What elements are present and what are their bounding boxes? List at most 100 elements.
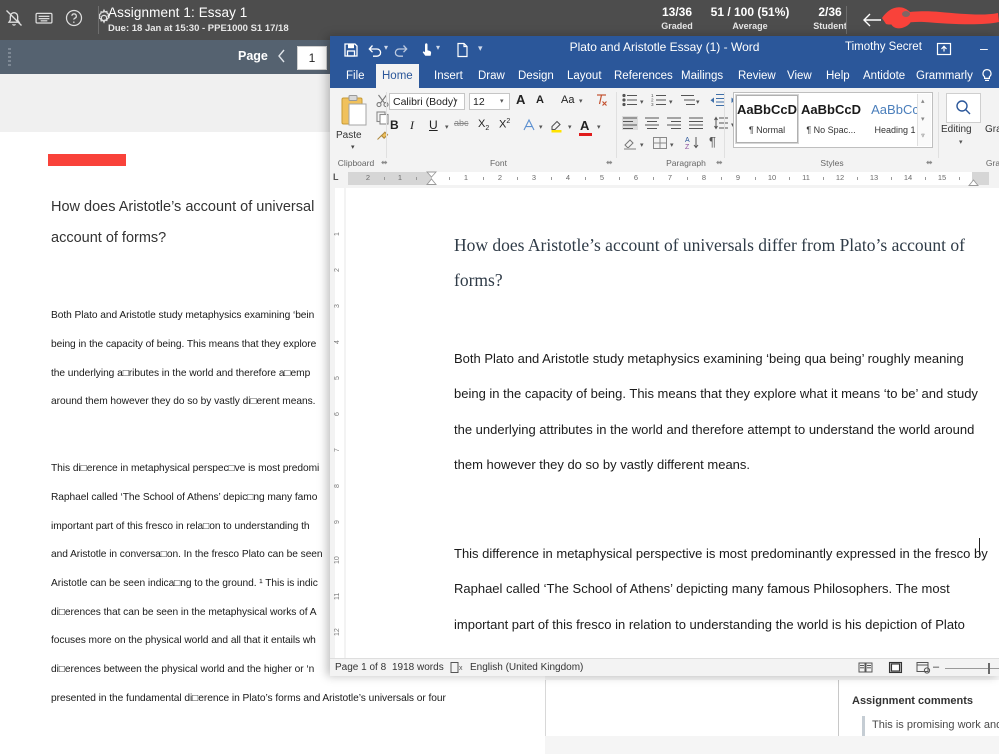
zoom-slider-thumb[interactable] — [988, 663, 990, 674]
paste-label[interactable]: Paste — [336, 130, 362, 141]
grammarly-group-line1[interactable]: Gra — [985, 124, 999, 135]
status-page[interactable]: Page 1 of 8 — [335, 662, 386, 673]
tab-mailings[interactable]: Mailings — [675, 64, 729, 88]
justify-icon[interactable] — [688, 116, 704, 130]
notifications-off-icon[interactable] — [4, 8, 24, 28]
web-layout-icon[interactable] — [916, 661, 931, 674]
styles-scroll[interactable]: ▴ ▾ ⩔ — [917, 94, 931, 146]
print-layout-icon[interactable] — [888, 661, 903, 674]
show-formatting-marks-icon[interactable]: ¶ — [709, 134, 716, 149]
bullets-arrow[interactable]: ▾ — [640, 98, 644, 106]
tab-help[interactable]: Help — [820, 64, 856, 88]
document-paragraph-1[interactable]: Both Plato and Aristotle study metaphysi… — [454, 341, 999, 483]
paragraph-launcher-icon[interactable]: ⬌ — [716, 158, 723, 167]
zoom-slider-track[interactable] — [945, 668, 999, 669]
italic-button[interactable]: I — [410, 118, 414, 133]
vertical-ruler[interactable]: 1 2 3 4 5 6 7 8 9 10 11 12 — [330, 188, 346, 658]
present-online-icon[interactable] — [935, 40, 953, 58]
borders-icon[interactable] — [652, 136, 668, 150]
format-painter-icon[interactable] — [375, 127, 390, 142]
document-canvas[interactable]: 1 2 3 4 5 6 7 8 9 10 11 12 How does Aris… — [330, 188, 999, 658]
shading-icon[interactable] — [622, 136, 638, 150]
styles-scroll-down-icon[interactable]: ▾ — [921, 115, 925, 123]
tab-home[interactable]: Home — [376, 64, 419, 88]
numbered-list-icon[interactable]: 1 2 3 — [651, 93, 667, 107]
drag-grip[interactable] — [8, 48, 11, 66]
tab-view[interactable]: View — [781, 64, 818, 88]
tab-draw[interactable]: Draw — [472, 64, 511, 88]
multilevel-list-icon[interactable] — [680, 93, 696, 107]
tell-me-lightbulb-icon[interactable] — [980, 68, 994, 84]
change-case-icon[interactable]: Aa — [561, 94, 574, 106]
tab-insert[interactable]: Insert — [428, 64, 469, 88]
keyboard-icon[interactable] — [34, 8, 54, 28]
text-highlight-icon[interactable] — [549, 117, 565, 133]
subscript-button[interactable]: X2 — [478, 118, 489, 132]
styles-more-icon[interactable]: ⩔ — [921, 132, 925, 140]
font-size-dropdown-arrow[interactable]: ▾ — [500, 97, 504, 105]
back-arrow-icon[interactable] — [860, 8, 884, 32]
font-name-dropdown-arrow[interactable]: ▾ — [454, 97, 458, 105]
multilevel-arrow[interactable]: ▾ — [696, 98, 700, 106]
numbering-arrow[interactable]: ▾ — [669, 98, 673, 106]
align-right-icon[interactable] — [666, 116, 682, 130]
superscript-button[interactable]: X2 — [499, 118, 510, 131]
tab-review[interactable]: Review — [732, 64, 782, 88]
tab-stop-selector-icon[interactable]: L — [333, 172, 339, 182]
tab-design[interactable]: Design — [512, 64, 560, 88]
font-color-button[interactable]: A — [580, 118, 589, 133]
right-indent-marker[interactable] — [968, 179, 979, 186]
tab-layout[interactable]: Layout — [561, 64, 608, 88]
text-effects-icon[interactable] — [522, 118, 536, 132]
scissors-icon[interactable] — [375, 93, 390, 108]
document-heading[interactable]: How does Aristotle’s account of universa… — [454, 228, 974, 298]
tab-grammarly[interactable]: Grammarly — [910, 64, 979, 88]
zoom-out-button[interactable]: – — [933, 661, 939, 673]
align-left-icon[interactable] — [622, 116, 638, 130]
proofing-errors-icon[interactable]: x — [450, 661, 465, 674]
document-paragraph-2[interactable]: This difference in metaphysical perspect… — [454, 536, 999, 642]
bold-button[interactable]: B — [390, 118, 399, 132]
ruler-track[interactable]: 2 1 1 2 3 4 5 6 7 8 9 10 11 12 13 14 15 — [348, 171, 989, 186]
styles-scroll-up-icon[interactable]: ▴ — [921, 97, 925, 105]
editing-find-button[interactable] — [946, 93, 981, 123]
tab-antidote[interactable]: Antidote — [857, 64, 911, 88]
text-effects-arrow[interactable]: ▾ — [539, 123, 543, 131]
underline-button[interactable]: U — [429, 118, 438, 132]
read-mode-icon[interactable] — [858, 661, 873, 674]
help-icon[interactable] — [64, 8, 84, 28]
tab-file[interactable]: File — [340, 64, 371, 88]
word-user-name[interactable]: Timothy Secret — [845, 41, 922, 53]
paste-icon[interactable] — [340, 94, 370, 128]
align-center-icon[interactable] — [644, 116, 660, 130]
sort-icon[interactable]: A Z — [685, 135, 701, 150]
line-spacing-icon[interactable] — [713, 116, 729, 130]
styles-gallery[interactable]: AaBbCcD ¶ Normal AaBbCcD ¶ No Spac... Aa… — [733, 92, 933, 148]
chevron-left-icon[interactable] — [274, 46, 290, 66]
underline-arrow[interactable]: ▾ — [445, 123, 449, 131]
horizontal-ruler[interactable]: L 2 1 1 2 3 4 5 6 7 8 9 10 11 12 13 14 1… — [330, 169, 999, 189]
style-no-spacing[interactable]: AaBbCcD ¶ No Spac... — [800, 95, 862, 143]
shrink-font-icon[interactable]: A — [536, 94, 544, 106]
styles-launcher-icon[interactable]: ⬌ — [926, 158, 933, 167]
borders-arrow[interactable]: ▾ — [670, 141, 674, 149]
editing-dropdown-arrow[interactable]: ▾ — [959, 138, 963, 146]
first-line-indent-marker[interactable] — [426, 171, 437, 186]
style-normal[interactable]: AaBbCcD ¶ Normal — [735, 94, 799, 144]
font-color-swatch[interactable] — [579, 133, 592, 136]
clear-formatting-icon[interactable] — [593, 92, 609, 108]
document-page[interactable]: How does Aristotle’s account of universa… — [346, 188, 999, 658]
copy-icon[interactable] — [375, 110, 390, 125]
highlight-arrow[interactable]: ▾ — [568, 123, 572, 131]
grow-font-icon[interactable]: A — [516, 92, 525, 107]
minimize-button[interactable]: – — [980, 41, 988, 55]
editing-label[interactable]: Editing — [941, 124, 972, 135]
font-launcher-icon[interactable]: ⬌ — [606, 158, 613, 167]
paste-dropdown-arrow[interactable]: ▾ — [351, 143, 355, 151]
tab-references[interactable]: References — [608, 64, 679, 88]
change-case-arrow[interactable]: ▾ — [579, 97, 583, 105]
status-words[interactable]: 1918 words — [392, 662, 444, 673]
strikethrough-button[interactable]: abc — [454, 118, 469, 128]
bullet-list-icon[interactable] — [622, 93, 638, 107]
page-number-input[interactable]: 1 — [297, 46, 327, 70]
